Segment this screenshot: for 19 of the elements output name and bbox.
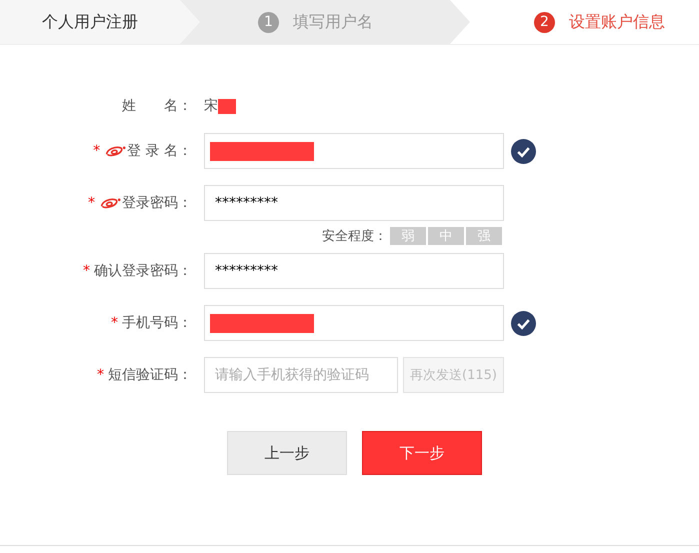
field-label: 姓 名： [122, 97, 192, 115]
required-mark: * [88, 195, 95, 211]
required-mark: * [111, 315, 118, 331]
field-label: 手机号码： [122, 314, 192, 332]
input-field[interactable] [204, 133, 504, 169]
required-mark: * [97, 367, 104, 383]
field-label: 登录密码： [122, 194, 192, 212]
back-button[interactable]: 上一步 [227, 431, 347, 475]
strength-label: 安全程度： [322, 228, 387, 245]
required-mark: * [83, 263, 90, 279]
input-field[interactable]: ********* [204, 253, 504, 289]
input-field[interactable]: ********* [204, 185, 504, 221]
field-label: 短信验证码： [108, 366, 192, 384]
field-label: 确认登录密码： [94, 262, 192, 280]
name-value: 宋 [204, 97, 218, 115]
input-field[interactable] [204, 305, 504, 341]
required-mark: * [93, 143, 100, 159]
field-label: 登 录 名： [127, 142, 192, 160]
next-button[interactable]: 下一步 [362, 431, 482, 475]
